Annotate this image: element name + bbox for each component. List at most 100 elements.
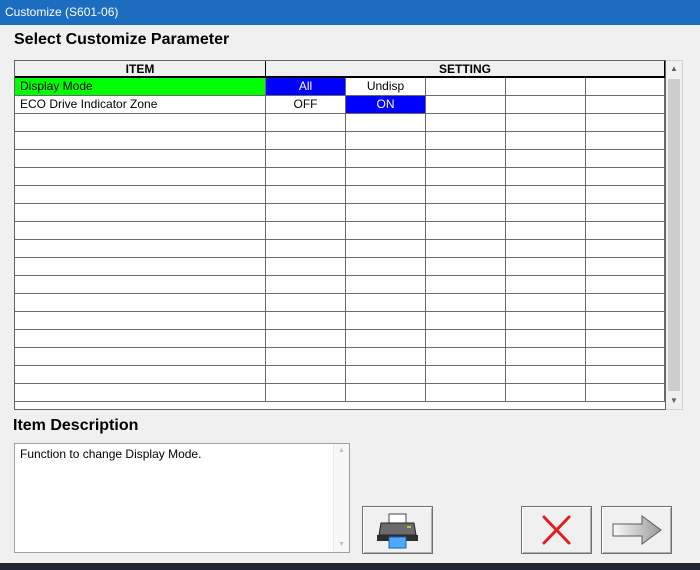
item-description-text: Function to change Display Mode. <box>20 447 202 461</box>
grid-setting-cell <box>266 330 346 348</box>
grid-item-cell <box>15 276 266 294</box>
grid-setting-cell <box>506 330 586 348</box>
grid-setting-cell <box>266 276 346 294</box>
description-scrollbar[interactable]: ▲ ▼ <box>333 444 349 552</box>
grid-setting-cell <box>586 366 665 384</box>
grid-setting-cell <box>266 168 346 186</box>
grid-setting-cell <box>266 114 346 132</box>
grid-setting-cell <box>506 222 586 240</box>
grid-setting-cell <box>506 348 586 366</box>
grid-setting-cell <box>346 312 426 330</box>
grid-setting-cell <box>506 384 586 402</box>
grid-item-cell <box>15 222 266 240</box>
grid-setting-cell <box>346 222 426 240</box>
grid-setting-cell <box>346 240 426 258</box>
grid-setting-cell <box>506 366 586 384</box>
grid-item-cell <box>15 168 266 186</box>
grid-setting-cell <box>426 78 506 96</box>
grid-setting-cell <box>586 150 665 168</box>
grid-setting-cell[interactable]: All <box>266 78 346 96</box>
scroll-down-icon[interactable]: ▼ <box>666 393 682 409</box>
parameter-grid: ITEM SETTING Display Mode All Undisp ECO Dr… <box>14 60 666 410</box>
grid-setting-cell <box>266 294 346 312</box>
red-x-icon <box>542 515 571 545</box>
grid-setting-cell <box>266 150 346 168</box>
grid-setting-cell[interactable]: ON <box>346 96 426 114</box>
grid-setting-cell <box>346 348 426 366</box>
grid-item-cell <box>15 114 266 132</box>
grid-item-cell <box>15 330 266 348</box>
grid-item-cell <box>15 150 266 168</box>
grid-setting-cell <box>586 222 665 240</box>
grid-setting-cell <box>506 204 586 222</box>
grid-item-cell <box>15 294 266 312</box>
select-parameter-heading: Select Customize Parameter <box>14 31 230 48</box>
grid-setting-cell <box>506 150 586 168</box>
item-column-header: ITEM <box>15 61 266 78</box>
grid-setting-cell <box>506 132 586 150</box>
grid-setting-cell <box>586 78 665 96</box>
grid-setting-cell <box>426 276 506 294</box>
setting-column-header: SETTING <box>266 61 665 78</box>
grid-setting-cell <box>426 348 506 366</box>
window-title: Customize (S601-06) <box>5 5 119 19</box>
grid-setting-cell <box>266 258 346 276</box>
grid-item-cell <box>15 312 266 330</box>
grid-setting-cell <box>346 186 426 204</box>
desc-scroll-down-icon[interactable]: ▼ <box>334 538 349 552</box>
grid-setting-cell <box>346 168 426 186</box>
taskbar <box>0 563 700 570</box>
grid-scrollbar[interactable]: ▲ ▼ <box>666 60 683 410</box>
grid-setting-cell <box>586 240 665 258</box>
grid-item-cell <box>15 240 266 258</box>
grid-setting-cell <box>346 150 426 168</box>
arrow-right-icon <box>612 515 662 545</box>
print-button[interactable] <box>362 506 433 554</box>
grid-setting-cell <box>346 204 426 222</box>
grid-setting-cell <box>266 222 346 240</box>
grid-setting-cell <box>426 204 506 222</box>
grid-setting-cell <box>426 384 506 402</box>
grid-setting-cell <box>426 330 506 348</box>
grid-setting-cell <box>266 384 346 402</box>
grid-setting-cell <box>506 168 586 186</box>
grid-item-cell <box>15 186 266 204</box>
grid-setting-cell <box>506 186 586 204</box>
grid-setting-cell <box>506 114 586 132</box>
grid-setting-cell <box>586 276 665 294</box>
window-title-bar: Customize (S601-06) <box>0 0 700 25</box>
grid-item-cell <box>15 366 266 384</box>
grid-setting-cell <box>426 222 506 240</box>
grid-setting-cell <box>506 276 586 294</box>
cancel-button[interactable] <box>521 506 592 554</box>
scroll-thumb[interactable] <box>668 79 680 391</box>
grid-setting-cell <box>426 240 506 258</box>
grid-setting-cell <box>426 168 506 186</box>
grid-setting-cell <box>346 276 426 294</box>
grid-setting-cell <box>266 186 346 204</box>
grid-setting-cell <box>426 114 506 132</box>
desc-scroll-up-icon[interactable]: ▲ <box>334 444 349 458</box>
grid-item-cell <box>15 204 266 222</box>
grid-setting-cell <box>426 294 506 312</box>
grid-item-cell <box>15 384 266 402</box>
grid-setting-cell[interactable]: OFF <box>266 96 346 114</box>
grid-item-cell <box>15 348 266 366</box>
grid-setting-cell <box>586 258 665 276</box>
grid-setting-cell <box>586 294 665 312</box>
next-button[interactable] <box>601 506 672 554</box>
grid-setting-cell <box>426 132 506 150</box>
printer-icon <box>377 513 418 549</box>
grid-setting-cell <box>266 132 346 150</box>
grid-setting-cell[interactable]: Undisp <box>346 78 426 96</box>
grid-item-cell <box>15 258 266 276</box>
grid-setting-cell <box>266 312 346 330</box>
grid-setting-cell <box>426 96 506 114</box>
item-description-heading: Item Description <box>13 417 139 434</box>
scroll-up-icon[interactable]: ▲ <box>666 61 682 77</box>
grid-setting-cell <box>266 204 346 222</box>
grid-setting-cell <box>346 330 426 348</box>
grid-setting-cell <box>586 348 665 366</box>
grid-item-cell[interactable]: Display Mode <box>15 78 266 96</box>
grid-item-cell[interactable]: ECO Drive Indicator Zone <box>15 96 266 114</box>
